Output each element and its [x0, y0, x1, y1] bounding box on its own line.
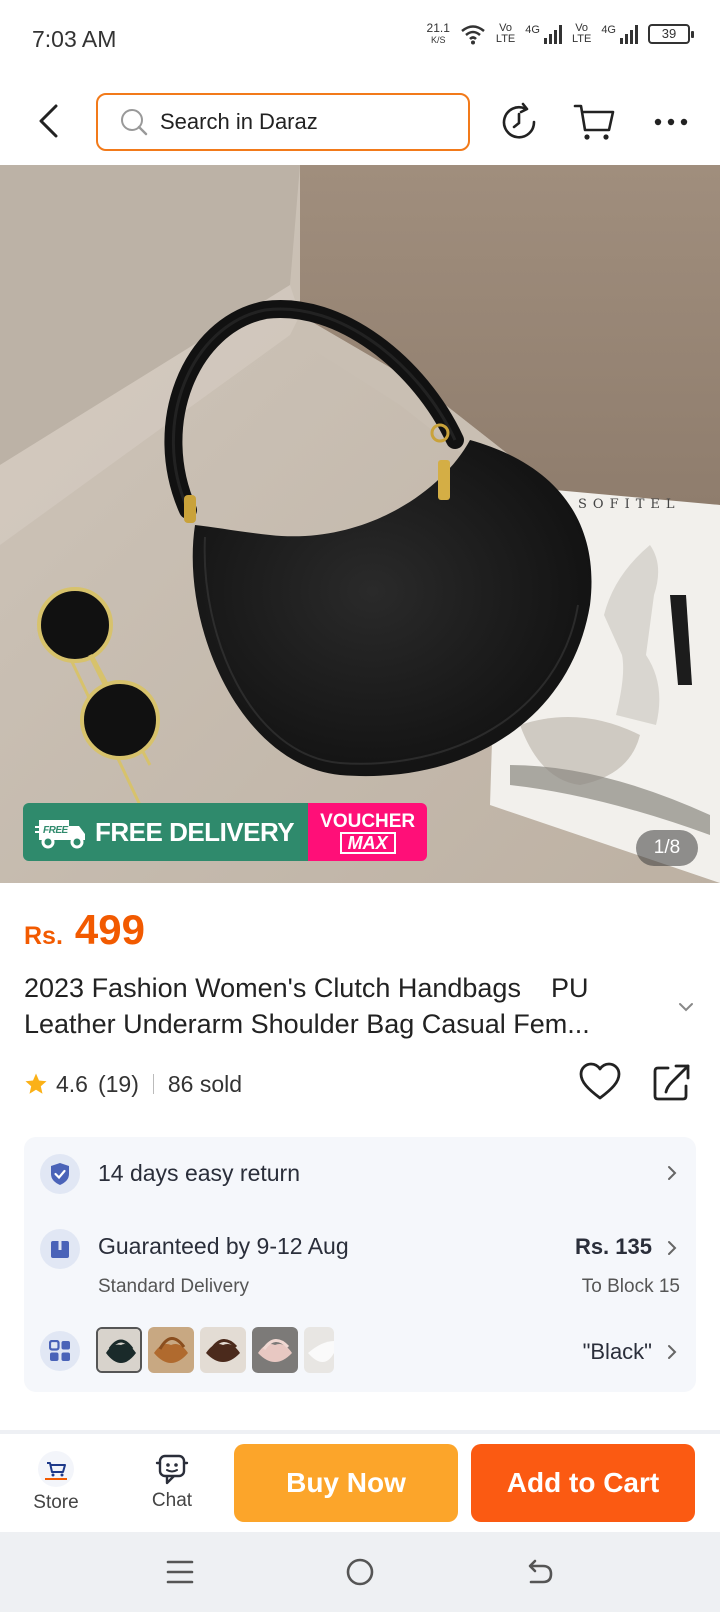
sim1-volte-bottom: LTE	[495, 33, 516, 45]
free-delivery-label: FREE DELIVERY	[95, 816, 295, 847]
voucher-max-label: MAX	[339, 831, 396, 854]
variant-thumb-coffee[interactable]	[200, 1327, 246, 1373]
delivery-truck-icon: FREE	[35, 820, 85, 849]
promo-badges: FREE FREE DELIVERY VOUCHER MAX	[23, 803, 428, 861]
sim2-volte: Vo LTE	[572, 23, 591, 45]
sim1-volte: Vo LTE	[496, 23, 515, 45]
delivery-box-icon	[40, 1229, 80, 1269]
top-header: Search in Daraz	[0, 80, 720, 165]
chevron-right-icon	[668, 1166, 677, 1180]
history-button[interactable]	[496, 99, 542, 145]
chat-label: Chat	[151, 1490, 193, 1511]
home-circle-icon	[346, 1558, 374, 1586]
image-counter: 1/8	[636, 830, 698, 866]
svg-text:SOFITEL: SOFITEL	[578, 497, 681, 512]
chat-tab[interactable]: Chat	[122, 1434, 222, 1530]
sim2-network: 4G	[601, 24, 616, 36]
wishlist-heart-icon[interactable]	[578, 1060, 622, 1104]
network-speed-value: 21.1	[426, 21, 450, 35]
status-time: 7:03 AM	[32, 26, 117, 52]
return-policy-label: 14 days easy return	[98, 1160, 301, 1186]
sim2-signal-icon	[620, 24, 638, 44]
store-tab[interactable]: Store	[6, 1434, 106, 1530]
cart-button[interactable]	[572, 99, 618, 145]
sim2-volte-bottom: LTE	[571, 33, 592, 45]
network-speed-unit: K/S	[430, 35, 446, 45]
product-price: Rs. 499	[24, 906, 145, 954]
review-count: (19)	[97, 1070, 139, 1097]
voucher-label: VOUCHER	[320, 810, 416, 832]
more-button[interactable]	[648, 99, 694, 145]
variant-thumb-black[interactable]	[96, 1327, 142, 1373]
free-truck-text: FREE	[43, 825, 69, 836]
variant-thumbnails	[96, 1327, 334, 1373]
variant-grid-icon	[40, 1331, 80, 1371]
history-icon	[502, 102, 536, 139]
delivery-type: Standard Delivery	[98, 1276, 250, 1297]
variant-selected: "Black"	[582, 1339, 652, 1364]
free-delivery-badge: FREE FREE DELIVERY	[23, 803, 309, 861]
status-icons: 21.1 K/S Vo LTE 4G Vo LTE 4G 39	[427, 22, 694, 46]
rating-divider	[152, 1074, 154, 1094]
variant-row[interactable]: "Black"	[24, 1317, 696, 1387]
variant-thumb-brown[interactable]	[148, 1327, 194, 1373]
variant-thumb-pink[interactable]	[252, 1327, 298, 1373]
recent-apps-button[interactable]	[160, 1552, 200, 1592]
buy-now-button[interactable]: Buy Now	[234, 1444, 458, 1522]
cart-icon	[573, 104, 615, 140]
chevron-right-icon	[668, 1241, 677, 1255]
back-nav-button[interactable]	[520, 1552, 560, 1592]
delivery-guarantee: Guaranteed by 9-12 Aug	[98, 1233, 349, 1259]
sim1-network: 4G	[525, 24, 540, 36]
variant-thumb-white[interactable]	[304, 1327, 334, 1373]
chevron-right-icon	[668, 1345, 677, 1359]
back-nav-icon	[528, 1559, 553, 1584]
home-button[interactable]	[340, 1552, 380, 1592]
store-icon	[38, 1451, 74, 1487]
expand-title-icon[interactable]	[676, 997, 696, 1017]
search-icon	[121, 109, 148, 136]
sim1-signal-icon	[543, 24, 562, 44]
star-icon	[25, 1073, 47, 1094]
store-label: Store	[33, 1492, 79, 1513]
return-shield-icon	[40, 1154, 80, 1194]
bottom-action-bar: Store Chat Buy Now Add to Cart	[0, 1434, 720, 1530]
status-bar: 7:03 AM 21.1 K/S Vo LTE 4G Vo LTE 4G 39	[0, 0, 720, 80]
network-speed: 21.1 K/S	[427, 22, 450, 46]
wifi-icon	[461, 25, 485, 45]
back-button[interactable]	[30, 98, 66, 144]
return-policy-row[interactable]: 14 days easy return	[24, 1137, 696, 1207]
rating-row[interactable]: 4.6 (19) 86 sold	[24, 1066, 242, 1102]
battery-icon: 39	[648, 24, 694, 44]
service-info-card: 14 days easy return Guaranteed by 9-12 A…	[24, 1137, 696, 1392]
product-title: 2023 Fashion Women's Clutch Handbags PU …	[24, 973, 596, 1039]
more-icon	[654, 118, 688, 126]
voucher-max-badge: VOUCHER MAX	[308, 803, 428, 861]
chat-icon	[155, 1454, 189, 1485]
back-arrow-icon	[39, 104, 58, 138]
add-to-cart-button[interactable]: Add to Cart	[471, 1444, 695, 1522]
system-navigation-bar	[0, 1532, 720, 1612]
share-icon[interactable]	[652, 1062, 692, 1102]
sold-count: 86 sold	[167, 1070, 243, 1097]
rating-value: 4.6	[56, 1070, 88, 1097]
price-amount: 499	[74, 906, 145, 953]
search-input[interactable]: Search in Daraz	[96, 93, 470, 151]
search-placeholder: Search in Daraz	[160, 109, 318, 134]
product-image: SOFITEL	[0, 165, 720, 883]
menu-lines-icon	[166, 1560, 194, 1584]
price-currency: Rs.	[24, 922, 63, 950]
product-image-gallery[interactable]: SOFITEL	[0, 165, 720, 883]
delivery-row[interactable]: Guaranteed by 9-12 Aug Standard Delivery…	[24, 1212, 696, 1312]
delivery-destination: To Block 15	[581, 1276, 680, 1297]
delivery-fee: Rs. 135	[574, 1234, 652, 1259]
